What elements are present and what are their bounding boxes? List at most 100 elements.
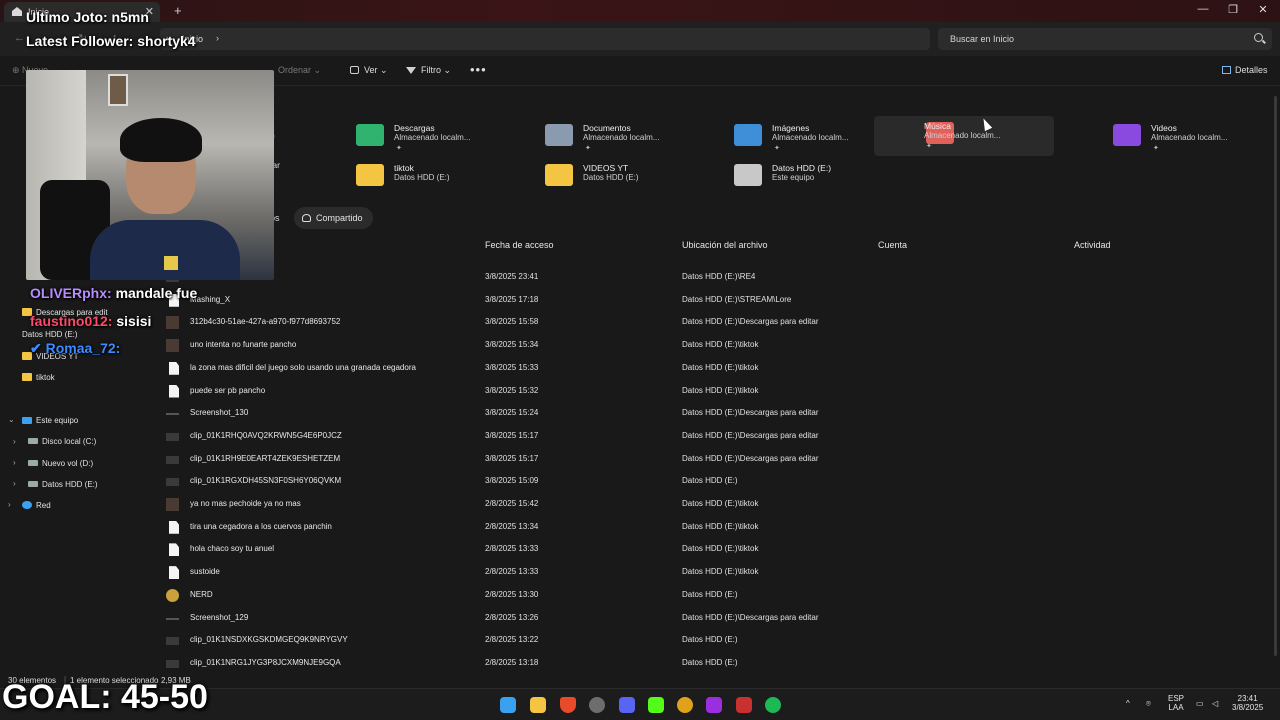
quick-access-tile[interactable]: tiktok Datos HDD (E:) bbox=[354, 158, 534, 198]
file-row[interactable]: Screenshot_130 3/8/2025 15:24 Datos HDD (E… bbox=[160, 402, 1260, 424]
file-row[interactable]: clip_01K1RHQ0AVQ2KRWN5G4E6P0JCZ 3/8/2025 … bbox=[160, 425, 1260, 447]
search-placeholder: Buscar en Inicio bbox=[950, 34, 1015, 44]
chevron-up-icon[interactable]: ^ bbox=[1126, 699, 1130, 708]
file-access-date: 3/8/2025 15:17 bbox=[485, 453, 539, 463]
sidebar-item-disco-c[interactable]: Disco local (C:) bbox=[28, 437, 96, 446]
chat-badges-icon: ✔ bbox=[30, 340, 42, 356]
file-row[interactable]: Screenshot_129 2/8/2025 13:26 Datos HDD (E… bbox=[160, 607, 1260, 629]
tab-compartido[interactable]: Compartido bbox=[294, 207, 373, 229]
new-tab-button[interactable]: + bbox=[174, 3, 182, 18]
file-access-date: 3/8/2025 15:33 bbox=[485, 362, 539, 372]
search-input[interactable]: Buscar en Inicio bbox=[938, 28, 1272, 50]
file-row[interactable]: 3/8/2025 23:41 Datos HDD (E:)\RE4 bbox=[160, 266, 1260, 288]
network-icon bbox=[22, 501, 32, 509]
column-header-actividad[interactable]: Actividad bbox=[1074, 240, 1111, 250]
chrome-icon[interactable] bbox=[677, 697, 693, 713]
file-row[interactable]: clip_01K1NSDXKGSKDMGEQ9K9NRYGVY 2/8/2025 … bbox=[160, 629, 1260, 651]
file-thumbnail-icon bbox=[169, 384, 179, 398]
file-row[interactable]: clip_01K1RH9E0EART4ZEK9ESHETZEM 3/8/2025 … bbox=[160, 448, 1260, 470]
clock-time: 23:41 bbox=[1237, 694, 1258, 703]
breadcrumb-chevron-icon[interactable]: › bbox=[216, 33, 219, 43]
language-indicator[interactable]: ESP LAA bbox=[1168, 694, 1184, 712]
file-location: Datos HDD (E:)\tiktok bbox=[682, 340, 759, 350]
chevron-down-icon[interactable]: ⌄ bbox=[8, 415, 15, 424]
file-row[interactable]: clip_01K1NRG1JYG3P8JCXM9NJE9GQA 2/8/2025 … bbox=[160, 652, 1260, 674]
app-icon[interactable] bbox=[736, 697, 752, 713]
file-name: clip_01K1RH9E0EART4ZEK9ESHETZEM bbox=[190, 453, 341, 463]
start-icon[interactable] bbox=[500, 697, 516, 713]
chevron-right-icon[interactable]: › bbox=[13, 458, 16, 467]
file-thumbnail-icon bbox=[169, 361, 179, 375]
quick-access-tile[interactable]: Datos HDD (E:) Este equipo bbox=[732, 158, 912, 198]
network-icon[interactable]: ▭ bbox=[1196, 699, 1204, 708]
column-header-cuenta[interactable]: Cuenta bbox=[878, 240, 907, 250]
quick-access-tile[interactable]: Documentos Almacenado localm... ✦ bbox=[543, 118, 723, 158]
filter-button[interactable]: Filtro ⌄ bbox=[406, 65, 451, 76]
file-access-date: 3/8/2025 15:17 bbox=[485, 430, 539, 440]
quick-access-tile[interactable]: Música Almacenado localm... ✦ bbox=[874, 116, 1054, 156]
chevron-right-icon[interactable]: › bbox=[13, 437, 16, 446]
sidebar-item-datos-hdd[interactable]: Datos HDD (E:) bbox=[22, 330, 78, 339]
file-access-date: 2/8/2025 13:33 bbox=[485, 567, 539, 577]
file-row[interactable]: tira una cegadora a los cuervos panchin 2… bbox=[160, 516, 1260, 538]
discord-icon[interactable] bbox=[619, 697, 635, 713]
sidebar-item-label: Red bbox=[36, 501, 51, 510]
file-row[interactable]: 312b4c30-51ae-427a-a970-f977d8693752 3/8/… bbox=[160, 311, 1260, 333]
file-row[interactable]: la zona mas dificil del juego solo usand… bbox=[160, 357, 1260, 379]
sidebar-item-este-equipo[interactable]: Este equipo bbox=[22, 416, 78, 425]
file-row[interactable]: Mashing_X 3/8/2025 17:18 Datos HDD (E:)\ST… bbox=[160, 289, 1260, 311]
file-location: Datos HDD (E:)\tiktok bbox=[682, 499, 759, 508]
app-icon[interactable] bbox=[589, 697, 605, 713]
kick-icon[interactable] bbox=[648, 697, 664, 713]
file-row[interactable]: NERD 2/8/2025 13:30 Datos HDD (E:) bbox=[160, 584, 1260, 606]
file-row[interactable]: ya no mas pechoide ya no mas 2/8/2025 15:… bbox=[160, 493, 1260, 515]
file-row[interactable]: uno intenta no funarte pancho 3/8/2025 15… bbox=[160, 334, 1260, 356]
file-name: tira una cegadora a los cuervos panchin bbox=[190, 521, 332, 531]
file-explorer-icon[interactable] bbox=[530, 697, 546, 713]
sort-button[interactable]: Ordenar ⌄ bbox=[278, 65, 321, 76]
sidebar-item-nuevo-vol-d[interactable]: Nuevo vol (D:) bbox=[28, 459, 93, 468]
volume-icon[interactable]: ◁ bbox=[1212, 699, 1218, 708]
quick-access-tile[interactable]: Videos Almacenado localm... ✦ bbox=[1111, 118, 1280, 158]
close-window-button[interactable]: ✕ bbox=[1248, 3, 1278, 16]
webcam-person-hair bbox=[120, 118, 202, 162]
file-row[interactable]: sustoide 2/8/2025 13:33 Datos HDD (E:)\tik… bbox=[160, 561, 1260, 583]
quick-access-location: Datos HDD (E:) bbox=[394, 173, 450, 182]
capcut-icon[interactable] bbox=[706, 697, 722, 713]
computer-icon bbox=[22, 417, 32, 424]
microphone-icon[interactable]: ⌾ bbox=[1146, 699, 1151, 709]
file-row[interactable]: puede ser pb pancho 3/8/2025 15:32 Datos H… bbox=[160, 380, 1260, 402]
minimize-button[interactable]: — bbox=[1188, 3, 1218, 15]
sidebar-item-datos-hdd-e[interactable]: Datos HDD (E:) bbox=[28, 480, 98, 489]
file-row[interactable]: clip_01K1RGXDH45SN3F0SH6Y06QVKM 3/8/2025 … bbox=[160, 470, 1260, 492]
more-options-button[interactable]: ••• bbox=[470, 62, 487, 77]
sidebar-item-red[interactable]: Red bbox=[22, 501, 51, 510]
spotify-icon[interactable] bbox=[765, 697, 781, 713]
quick-access-tile[interactable]: VIDEOS YT Datos HDD (E:) bbox=[543, 158, 723, 198]
vertical-scrollbar[interactable] bbox=[1274, 96, 1277, 656]
search-icon[interactable] bbox=[1254, 33, 1263, 42]
brave-browser-icon[interactable] bbox=[560, 697, 576, 713]
file-row[interactable]: hola chaco soy tu anuel 2/8/2025 13:33 Dat… bbox=[160, 538, 1260, 560]
sidebar-item-label: Este equipo bbox=[36, 416, 79, 425]
folder-icon bbox=[1113, 124, 1141, 146]
file-name: puede ser pb pancho bbox=[190, 385, 266, 395]
chat-message: OLIVERphx: mandale fue bbox=[30, 285, 197, 301]
file-name: NERD bbox=[190, 589, 213, 599]
file-thumbnail-icon bbox=[169, 520, 179, 534]
clock[interactable]: 23:41 3/8/2025 bbox=[1232, 694, 1263, 712]
file-access-date: 2/8/2025 13:26 bbox=[485, 612, 539, 622]
details-button[interactable]: Detalles bbox=[1222, 65, 1268, 75]
goal-overlay: GOAL: 45-50 bbox=[2, 678, 208, 716]
back-arrow-icon[interactable]: ← bbox=[14, 32, 25, 44]
column-header-ubicacion[interactable]: Ubicación del archivo bbox=[682, 240, 768, 250]
chevron-right-icon[interactable]: › bbox=[8, 500, 11, 509]
address-bar[interactable]: › Inicio › bbox=[160, 28, 930, 50]
column-header-fecha-acceso[interactable]: Fecha de acceso bbox=[485, 240, 554, 250]
maximize-button[interactable]: ❐ bbox=[1218, 3, 1248, 16]
quick-access-tile[interactable]: Descargas Almacenado localm... ✦ bbox=[354, 118, 534, 158]
chevron-right-icon[interactable]: › bbox=[13, 479, 16, 488]
sidebar-item-tiktok[interactable]: tiktok bbox=[22, 373, 55, 382]
view-button[interactable]: Ver ⌄ bbox=[350, 65, 388, 76]
chat-username: Romaa_72: bbox=[45, 340, 121, 356]
